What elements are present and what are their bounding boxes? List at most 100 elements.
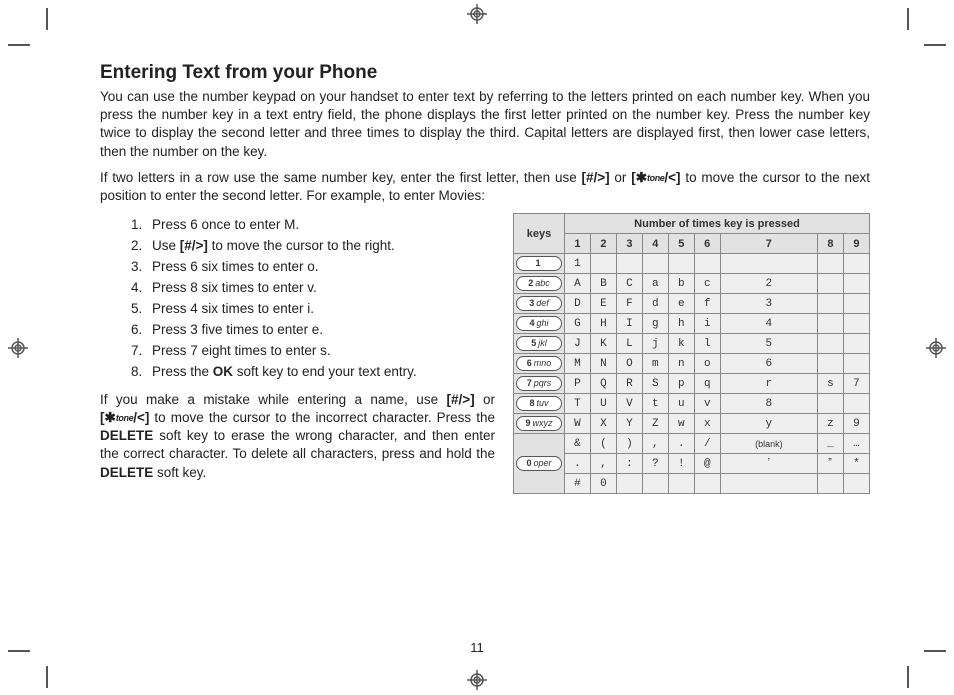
char-cell: O bbox=[616, 354, 642, 374]
char-cell bbox=[616, 254, 642, 274]
step-5: Press 4 six times to enter i. bbox=[146, 299, 495, 320]
char-cell: ) bbox=[616, 434, 642, 454]
key-star-back-2: [✱tone/<] bbox=[100, 410, 149, 425]
ks-tone2: tone bbox=[116, 413, 133, 423]
char-cell: d bbox=[642, 294, 668, 314]
p3d: soft key to erase the wrong character, a… bbox=[100, 428, 495, 461]
char-cell: ! bbox=[668, 454, 694, 474]
char-cell: i bbox=[694, 314, 720, 334]
delete-key-2: DELETE bbox=[100, 465, 153, 480]
col-8: 8 bbox=[818, 234, 844, 254]
char-cell: c bbox=[694, 274, 720, 294]
mistake-paragraph: If you make a mistake while entering a n… bbox=[100, 391, 495, 482]
keycap-icon: 2abc bbox=[516, 276, 562, 291]
char-cell: . bbox=[565, 454, 591, 474]
char-cell: # bbox=[565, 474, 591, 494]
char-cell: B bbox=[590, 274, 616, 294]
char-cell bbox=[694, 254, 720, 274]
p3c: to move the cursor to the incorrect char… bbox=[149, 410, 495, 425]
char-cell: R bbox=[616, 374, 642, 394]
char-cell: W bbox=[565, 414, 591, 434]
char-cell: x bbox=[694, 414, 720, 434]
keycap-icon: 0oper bbox=[516, 456, 562, 471]
page-number: 11 bbox=[0, 640, 954, 655]
char-cell bbox=[843, 274, 869, 294]
intro-paragraph-1: You can use the number keypad on your ha… bbox=[100, 88, 870, 161]
char-cell: . bbox=[668, 434, 694, 454]
char-cell: r bbox=[720, 374, 817, 394]
char-cell: 8 bbox=[720, 394, 817, 414]
char-cell: J bbox=[565, 334, 591, 354]
p3e: soft key. bbox=[153, 465, 206, 480]
keycap-cell: 8tuv bbox=[514, 394, 565, 414]
char-cell: X bbox=[590, 414, 616, 434]
char-cell: Y bbox=[616, 414, 642, 434]
crop-br-v bbox=[907, 666, 909, 688]
char-cell: N bbox=[590, 354, 616, 374]
keycap-cell: 4ghi bbox=[514, 314, 565, 334]
table-row: 11 bbox=[514, 254, 870, 274]
reg-mark-top bbox=[467, 4, 487, 24]
char-cell bbox=[642, 254, 668, 274]
char-cell: u bbox=[668, 394, 694, 414]
char-cell: h bbox=[668, 314, 694, 334]
char-cell bbox=[668, 474, 694, 494]
char-cell: f bbox=[694, 294, 720, 314]
char-cell: * bbox=[843, 454, 869, 474]
char-cell bbox=[642, 474, 668, 494]
step-8: Press the OK soft key to end your text e… bbox=[146, 362, 495, 383]
key-hash-forward-3: [#/>] bbox=[446, 392, 474, 407]
char-cell bbox=[818, 474, 844, 494]
char-cell: V bbox=[616, 394, 642, 414]
char-cell: P bbox=[565, 374, 591, 394]
char-cell: : bbox=[616, 454, 642, 474]
char-cell: & bbox=[565, 434, 591, 454]
char-cell: , bbox=[590, 454, 616, 474]
right-column: keys Number of times key is pressed 1 2 … bbox=[513, 213, 870, 494]
keycap-cell: 5jkl bbox=[514, 334, 565, 354]
char-cell: H bbox=[590, 314, 616, 334]
table-row: 0oper&(),./(blank)_… bbox=[514, 434, 870, 454]
char-cell bbox=[590, 254, 616, 274]
keycap-cell: 0oper bbox=[514, 434, 565, 494]
keycap-cell: 2abc bbox=[514, 274, 565, 294]
char-cell: / bbox=[694, 434, 720, 454]
char-cell: ˮ bbox=[818, 454, 844, 474]
char-cell bbox=[843, 474, 869, 494]
crop-tl-h bbox=[8, 44, 30, 46]
s2a: Use bbox=[152, 238, 180, 253]
table-row: .,:?!@ʼˮ* bbox=[514, 454, 870, 474]
step-1: Press 6 once to enter M. bbox=[146, 215, 495, 236]
table-row: 9wxyzWXYZwxyz9 bbox=[514, 414, 870, 434]
p3a: If you make a mistake while entering a n… bbox=[100, 392, 446, 407]
char-cell bbox=[818, 354, 844, 374]
reg-mark-right bbox=[926, 338, 946, 358]
s8a: Press the bbox=[152, 364, 213, 379]
char-cell: ? bbox=[642, 454, 668, 474]
char-cell: , bbox=[642, 434, 668, 454]
char-cell: D bbox=[565, 294, 591, 314]
char-cell bbox=[818, 314, 844, 334]
keycap-icon: 4ghi bbox=[516, 316, 562, 331]
table-header-row-2: 1 2 3 4 5 6 7 8 9 bbox=[514, 234, 870, 254]
steps-list: Press 6 once to enter M. Use [#/>] to mo… bbox=[100, 215, 495, 382]
char-cell: 9 bbox=[843, 414, 869, 434]
keycap-cell: 9wxyz bbox=[514, 414, 565, 434]
char-cell bbox=[616, 474, 642, 494]
char-cell: a bbox=[642, 274, 668, 294]
char-cell: s bbox=[818, 374, 844, 394]
char-cell: F bbox=[616, 294, 642, 314]
col-7: 7 bbox=[720, 234, 817, 254]
char-cell: k bbox=[668, 334, 694, 354]
char-cell: 6 bbox=[720, 354, 817, 374]
char-cell: T bbox=[565, 394, 591, 414]
col-6: 6 bbox=[694, 234, 720, 254]
s2b: to move the cursor to the right. bbox=[208, 238, 395, 253]
char-cell bbox=[843, 394, 869, 414]
reg-mark-bottom bbox=[467, 670, 487, 690]
step-2: Use [#/>] to move the cursor to the righ… bbox=[146, 236, 495, 257]
crop-bl-v bbox=[46, 666, 48, 688]
s8b: soft key to end your text entry. bbox=[233, 364, 417, 379]
left-column: Press 6 once to enter M. Use [#/>] to mo… bbox=[100, 213, 495, 494]
char-cell: S bbox=[642, 374, 668, 394]
